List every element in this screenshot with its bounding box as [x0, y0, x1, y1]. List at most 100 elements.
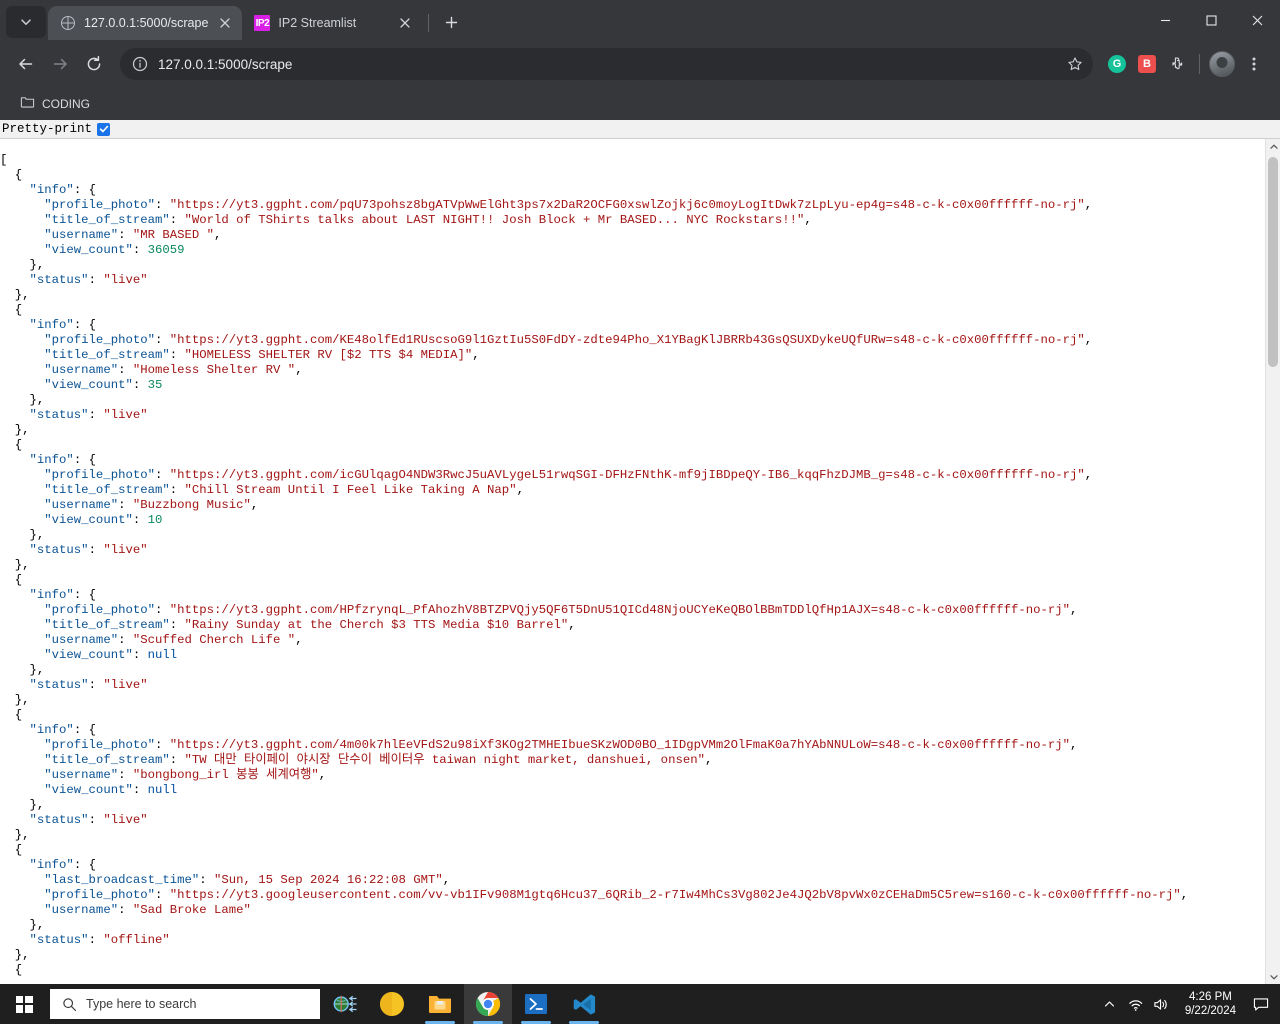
new-tab-button[interactable]	[437, 8, 465, 36]
json-token-p: :	[118, 768, 133, 782]
maximize-button[interactable]	[1188, 0, 1234, 40]
grammarly-extension-icon[interactable]: G	[1103, 50, 1131, 78]
json-token-p: {	[14, 843, 23, 857]
widgets-icon[interactable]	[368, 984, 416, 1024]
json-line: "profile_photo": "https://yt3.ggpht.com/…	[0, 198, 1280, 213]
json-token-k: "username"	[44, 363, 119, 377]
json-token-k: "username"	[44, 498, 119, 512]
file-explorer-icon[interactable]	[416, 984, 464, 1024]
json-token-s: "Scuffed Cherch Life "	[132, 633, 296, 647]
taskbar-clock[interactable]: 4:26 PM 9/22/2024	[1175, 984, 1246, 1024]
json-line: "username": "MR BASED ",	[0, 228, 1280, 243]
bookmarks-bar: CODING	[0, 88, 1280, 120]
info-circle-icon[interactable]	[130, 54, 150, 74]
powershell-icon[interactable]	[512, 984, 560, 1024]
json-token-p: :	[88, 933, 104, 947]
vertical-scrollbar[interactable]	[1265, 139, 1280, 984]
show-hidden-icons-chevron[interactable]	[1097, 984, 1123, 1024]
json-token-k: "info"	[29, 858, 74, 872]
json-token-nul: null	[147, 783, 178, 797]
json-token-k: "view_count"	[44, 378, 133, 392]
json-token-k: "profile_photo"	[44, 738, 155, 752]
close-icon[interactable]	[216, 14, 234, 32]
json-token-k: "title_of_stream"	[44, 618, 170, 632]
scrollbar-thumb[interactable]	[1268, 157, 1278, 367]
tab-ip2-streamlist[interactable]: IP2 IP2 Streamlist	[242, 6, 422, 40]
json-token-p: {	[14, 303, 23, 317]
bitwarden-extension-icon[interactable]: B	[1133, 50, 1161, 78]
json-token-p: : {	[73, 453, 96, 467]
scroll-up-arrow[interactable]	[1266, 139, 1280, 154]
pretty-print-label: Pretty-print	[2, 122, 93, 136]
google-chrome-icon[interactable]	[464, 984, 512, 1024]
minimize-button[interactable]	[1142, 0, 1188, 40]
json-line: "username": "bongbong_irl 봉봉 세계여행",	[0, 768, 1280, 783]
vs-code-icon[interactable]	[560, 984, 608, 1024]
json-token-s: "https://yt3.ggpht.com/HPfzrynqL_PfAhozh…	[169, 603, 1071, 617]
json-token-p: : {	[73, 318, 96, 332]
url-text[interactable]: 127.0.0.1:5000/scrape	[158, 57, 1055, 72]
search-icon	[63, 997, 77, 1011]
task-view-icon[interactable]	[320, 984, 368, 1024]
kebab-menu-icon[interactable]	[1238, 48, 1270, 80]
json-line: "info": {	[0, 183, 1280, 198]
json-token-p: ,	[568, 618, 576, 632]
json-line: "last_broadcast_time": "Sun, 15 Sep 2024…	[0, 873, 1280, 888]
json-line: "view_count": 35	[0, 378, 1280, 393]
json-line: "status": "live"	[0, 273, 1280, 288]
back-button[interactable]	[10, 48, 42, 80]
tab-scrape[interactable]: 127.0.0.1:5000/scrape	[48, 6, 243, 40]
json-token-p: :	[118, 633, 133, 647]
wifi-icon[interactable]	[1123, 984, 1149, 1024]
close-window-button[interactable]	[1234, 0, 1280, 40]
volume-icon[interactable]	[1149, 984, 1175, 1024]
json-line: "status": "live"	[0, 543, 1280, 558]
json-line: {	[0, 843, 1280, 858]
json-token-p: :	[88, 678, 104, 692]
star-icon[interactable]	[1063, 52, 1087, 76]
windows-taskbar: Type here to search 4:26 PM 9/22/2024	[0, 984, 1280, 1024]
json-token-p: ,	[1070, 603, 1078, 617]
json-token-p: },	[14, 423, 30, 437]
reload-button[interactable]	[78, 48, 110, 80]
json-token-k: "status"	[29, 813, 89, 827]
json-token-p: :	[154, 603, 170, 617]
json-token-k: "title_of_stream"	[44, 483, 170, 497]
json-token-n: 35	[147, 378, 163, 392]
profile-avatar[interactable]	[1208, 50, 1236, 78]
json-token-k: "status"	[29, 678, 89, 692]
json-token-n: 36059	[147, 243, 185, 257]
json-token-p: :	[118, 498, 133, 512]
puzzle-icon[interactable]	[1163, 50, 1191, 78]
json-line: },	[0, 393, 1280, 408]
json-token-p: ,	[214, 228, 222, 242]
tab-title: 127.0.0.1:5000/scrape	[84, 16, 209, 30]
pretty-print-checkbox[interactable]	[97, 122, 111, 136]
toolbar-divider	[1199, 54, 1200, 74]
address-bar[interactable]: 127.0.0.1:5000/scrape	[120, 48, 1093, 80]
forward-button[interactable]	[44, 48, 76, 80]
search-input[interactable]: Type here to search	[50, 989, 320, 1019]
tab-search-button[interactable]	[6, 6, 46, 38]
scroll-down-arrow[interactable]	[1266, 969, 1280, 984]
notification-center-icon[interactable]	[1246, 984, 1276, 1024]
json-line: "view_count": 10	[0, 513, 1280, 528]
json-token-p: :	[88, 408, 104, 422]
ip2-icon: IP2	[254, 15, 271, 31]
json-token-s: "World of TShirts talks about LAST NIGHT…	[184, 213, 805, 227]
json-token-k: "status"	[29, 408, 89, 422]
windows-start-icon[interactable]	[0, 984, 48, 1024]
close-icon[interactable]	[396, 14, 414, 32]
json-token-p: :	[118, 228, 133, 242]
json-line: },	[0, 948, 1280, 963]
json-token-p: :	[88, 273, 104, 287]
bookmark-folder-coding[interactable]: CODING	[12, 90, 98, 118]
